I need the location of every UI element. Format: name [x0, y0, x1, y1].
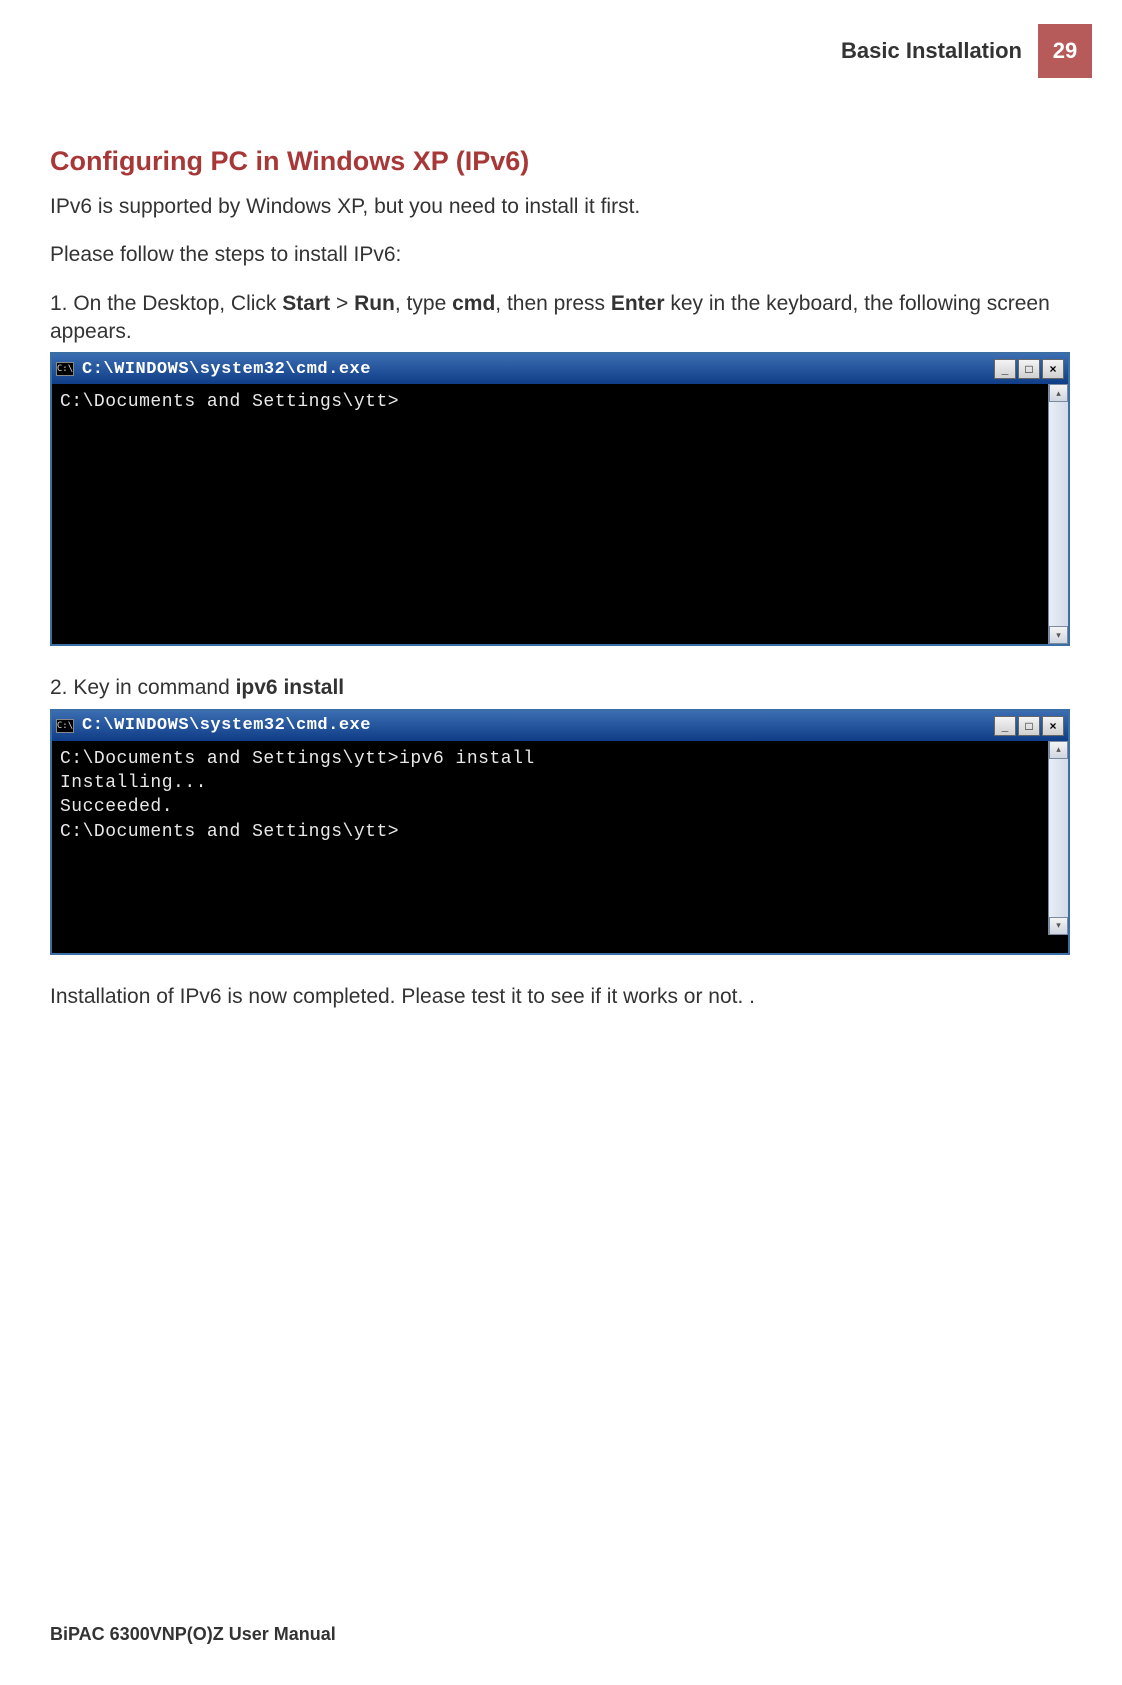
step-1-mid2: , then press	[495, 292, 611, 315]
cmd-title-text-1: C:\WINDOWS\system32\cmd.exe	[82, 360, 371, 379]
cmd-line: Installing...	[60, 771, 1060, 795]
scroll-up-icon[interactable]: ▴	[1049, 741, 1068, 759]
step-1-sep1: >	[330, 292, 354, 315]
cmd-line: C:\Documents and Settings\ytt>ipv6 insta…	[60, 747, 1060, 771]
header-title: Basic Installation	[841, 24, 1038, 78]
cmd-title-text-2: C:\WINDOWS\system32\cmd.exe	[82, 716, 371, 735]
step-1-cmd: cmd	[452, 292, 495, 315]
step-1-enter: Enter	[611, 292, 665, 315]
step-2-text: 2. Key in command ipv6 install	[50, 674, 1072, 702]
cmd-title-left-2: C:\ C:\WINDOWS\system32\cmd.exe	[56, 716, 371, 735]
cmd-body-1[interactable]: C:\Documents and Settings\ytt> ▴ ▾	[52, 384, 1068, 644]
cmd-system-icon[interactable]: C:\	[56, 362, 74, 376]
footer-manual-title: BiPAC 6300VNP(O)Z User Manual	[50, 1624, 336, 1645]
scrollbar-2[interactable]: ▴ ▾	[1048, 741, 1068, 935]
cmd-title-left-1: C:\ C:\WINDOWS\system32\cmd.exe	[56, 360, 371, 379]
scroll-down-icon[interactable]: ▾	[1049, 917, 1068, 935]
step-1-text: 1. On the Desktop, Click Start > Run, ty…	[50, 290, 1072, 347]
scroll-up-icon[interactable]: ▴	[1049, 384, 1068, 402]
close-button[interactable]: ×	[1042, 716, 1064, 736]
step-1-start: Start	[282, 292, 330, 315]
cmd-line: C:\Documents and Settings\ytt>	[60, 820, 1060, 844]
close-button[interactable]: ×	[1042, 359, 1064, 379]
page-header: Basic Installation 29	[50, 0, 1092, 78]
cmd-line: C:\Documents and Settings\ytt>	[60, 390, 1060, 414]
cmd-titlebar-2[interactable]: C:\ C:\WINDOWS\system32\cmd.exe _ □ ×	[52, 711, 1068, 741]
step-2-command: ipv6 install	[236, 676, 345, 699]
intro-paragraph-1: IPv6 is supported by Windows XP, but you…	[50, 193, 1072, 221]
maximize-button[interactable]: □	[1018, 716, 1040, 736]
step-2-prefix: 2. Key in command	[50, 676, 236, 699]
minimize-button[interactable]: _	[994, 716, 1016, 736]
cmd-system-icon[interactable]: C:\	[56, 719, 74, 733]
cmd-window-2: C:\ C:\WINDOWS\system32\cmd.exe _ □ × C:…	[50, 709, 1070, 955]
step-1-prefix: 1. On the Desktop, Click	[50, 292, 282, 315]
cmd-window-controls-1: _ □ ×	[994, 359, 1064, 379]
page-number-badge: 29	[1038, 24, 1092, 78]
cmd-window-1: C:\ C:\WINDOWS\system32\cmd.exe _ □ × C:…	[50, 352, 1070, 646]
maximize-button[interactable]: □	[1018, 359, 1040, 379]
scroll-down-icon[interactable]: ▾	[1049, 626, 1068, 644]
cmd-body-2[interactable]: C:\Documents and Settings\ytt>ipv6 insta…	[52, 741, 1068, 953]
intro-paragraph-2: Please follow the steps to install IPv6:	[50, 241, 1072, 269]
closing-paragraph: Installation of IPv6 is now completed. P…	[50, 983, 1072, 1011]
cmd-titlebar-1[interactable]: C:\ C:\WINDOWS\system32\cmd.exe _ □ ×	[52, 354, 1068, 384]
scrollbar-1[interactable]: ▴ ▾	[1048, 384, 1068, 644]
step-1-mid1: , type	[395, 292, 452, 315]
step-1-run: Run	[354, 292, 395, 315]
minimize-button[interactable]: _	[994, 359, 1016, 379]
cmd-line: Succeeded.	[60, 795, 1060, 819]
cmd-window-controls-2: _ □ ×	[994, 716, 1064, 736]
section-heading: Configuring PC in Windows XP (IPv6)	[50, 146, 1072, 177]
